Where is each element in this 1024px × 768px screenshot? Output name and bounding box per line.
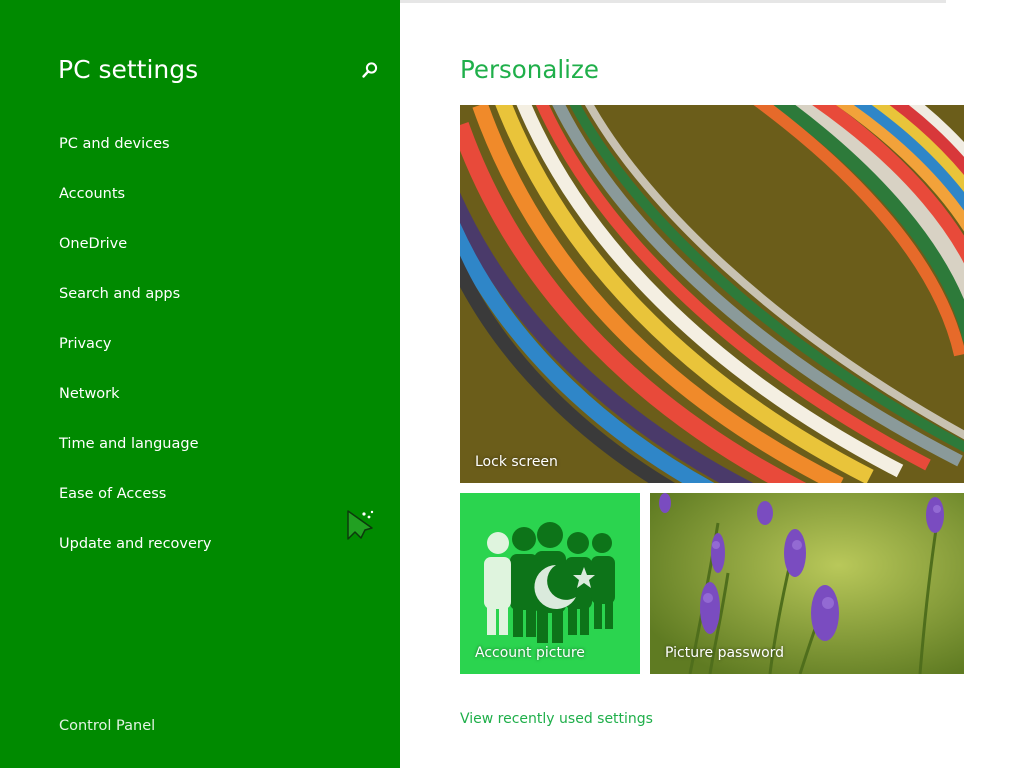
picture-password-label: Picture password xyxy=(665,645,785,661)
sidebar-item-search-and-apps[interactable]: Search and apps xyxy=(59,286,180,302)
sidebar-item-ease-of-access[interactable]: Ease of Access xyxy=(59,486,166,502)
view-recently-used-settings-link[interactable]: View recently used settings xyxy=(460,711,653,727)
sidebar-item-network[interactable]: Network xyxy=(59,386,120,402)
lock-screen-image xyxy=(460,105,964,483)
sidebar-item-pc-and-devices[interactable]: PC and devices xyxy=(59,136,170,152)
pc-settings-window: PC settings PC and devices Accounts OneD… xyxy=(0,0,1024,768)
account-picture-tile[interactable]: Account picture xyxy=(460,493,640,674)
sidebar-item-privacy[interactable]: Privacy xyxy=(59,336,112,352)
sidebar-item-accounts[interactable]: Accounts xyxy=(59,186,125,202)
sidebar: PC settings PC and devices Accounts OneD… xyxy=(0,0,400,768)
control-panel-link[interactable]: Control Panel xyxy=(59,718,155,734)
lock-screen-tile[interactable]: Lock screen xyxy=(460,105,964,483)
sidebar-item-onedrive[interactable]: OneDrive xyxy=(59,236,127,252)
lock-screen-label: Lock screen xyxy=(475,454,558,470)
picture-password-tile[interactable]: Picture password xyxy=(650,493,964,674)
search-icon[interactable] xyxy=(361,61,379,79)
mouse-cursor-icon xyxy=(345,508,377,544)
sidebar-item-time-and-language[interactable]: Time and language xyxy=(59,436,199,452)
sidebar-title: PC settings xyxy=(58,55,199,84)
sidebar-item-update-and-recovery[interactable]: Update and recovery xyxy=(59,536,211,552)
account-picture-label: Account picture xyxy=(475,645,585,661)
page-title: Personalize xyxy=(460,55,599,84)
